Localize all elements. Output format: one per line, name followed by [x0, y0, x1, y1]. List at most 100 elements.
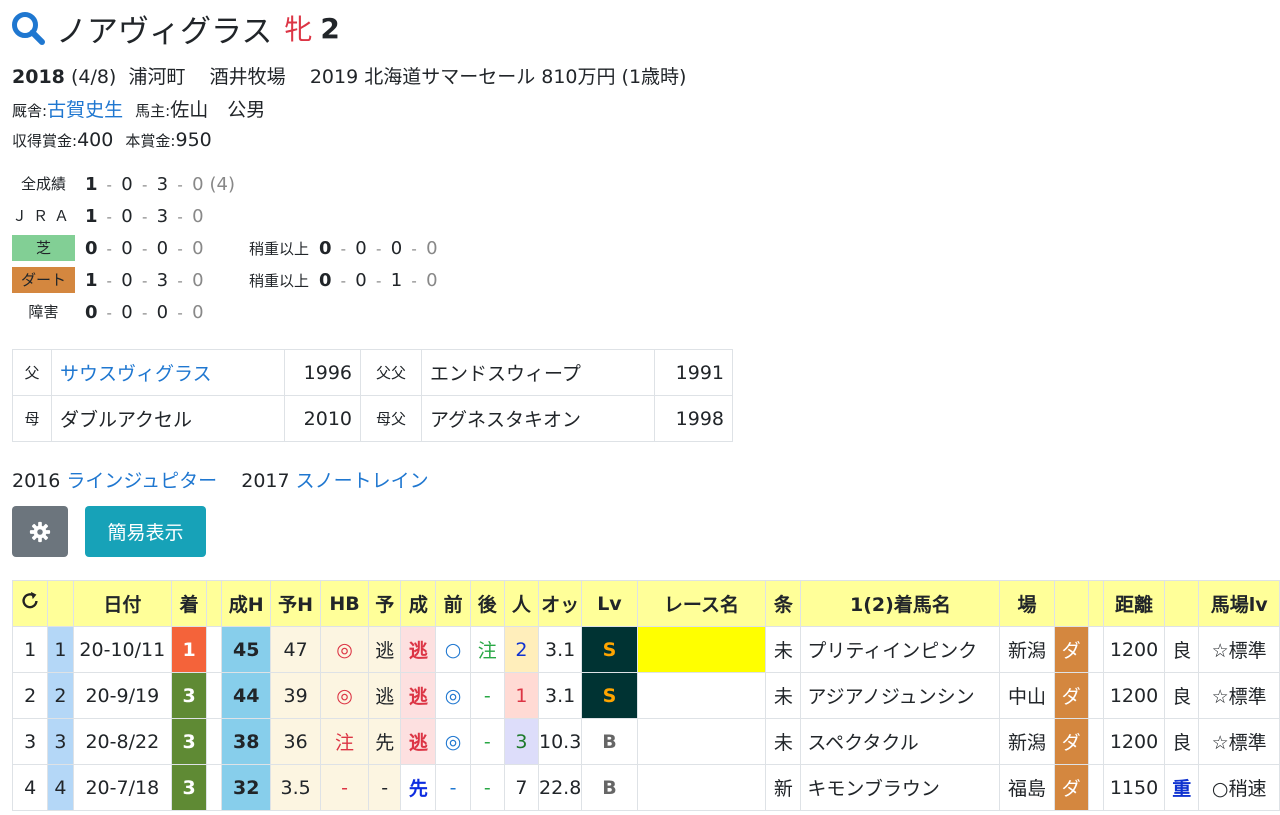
row-yo: 逃: [368, 672, 402, 719]
table-row[interactable]: 2 2 20-9/19 3 44 39 ◎ 逃 逃 ◎ - 1 3.1 S 未 …: [11, 672, 1280, 719]
row-spacer2: [1087, 626, 1104, 673]
record-other: 0: [426, 237, 438, 259]
simple-view-button[interactable]: 簡易表示: [85, 506, 206, 557]
row-winner[interactable]: プリティインピンク: [800, 626, 1001, 673]
trainer-link[interactable]: 古賀史生: [47, 99, 123, 121]
birth-date: (4/8): [70, 66, 117, 88]
sibling-link[interactable]: スノートレイン: [296, 470, 429, 492]
row-date[interactable]: 20-7/18: [72, 764, 173, 811]
birth-info: 2018 (4/8) 浦河町 酒井牧場 2019 北海道サマーセール 810万円…: [12, 62, 686, 89]
row-race[interactable]: [636, 672, 767, 719]
row-spacer: [206, 718, 223, 765]
row-spacer: [206, 626, 223, 673]
col-no2: [47, 580, 74, 627]
row-no2: 3: [47, 718, 74, 765]
row-lv: S: [581, 672, 638, 719]
row-pos: 3: [171, 764, 208, 811]
row-mae: ◎: [435, 718, 471, 765]
col-yo[interactable]: 予: [368, 580, 402, 627]
row-date[interactable]: 20-9/19: [72, 672, 173, 719]
dam-sire-year: 1998: [654, 395, 733, 442]
table-row[interactable]: 4 4 20-7/18 3 32 3.5 - - 先 - - 7 22.8 B …: [11, 764, 1280, 811]
reload-button[interactable]: [11, 580, 49, 627]
record-total: (4): [209, 173, 236, 195]
col-seih[interactable]: 成H: [221, 580, 272, 627]
table-row[interactable]: 1 1 20-10/11 1 45 47 ◎ 逃 逃 ○ 注 2 3.1 S 未…: [11, 626, 1280, 673]
row-winner[interactable]: アジアノジュンシン: [800, 672, 1001, 719]
sub-label: 稍重以上: [249, 271, 310, 290]
row-yo: 逃: [368, 626, 402, 673]
row-dist: 1200: [1102, 626, 1166, 673]
col-winner[interactable]: 1(2)着馬名: [800, 580, 1001, 627]
region: 浦河町: [128, 66, 186, 88]
record-win: 1: [85, 269, 98, 291]
row-sei: 逃: [400, 672, 437, 719]
row-lv: B: [581, 718, 638, 765]
record-second: 0: [121, 237, 133, 259]
col-spacer2: [1087, 580, 1104, 627]
reload-icon: [22, 591, 38, 609]
row-no2: 4: [47, 764, 74, 811]
prize-label: 本賞金:: [125, 132, 176, 150]
record-win: 0: [319, 269, 332, 291]
col-mae[interactable]: 前: [435, 580, 471, 627]
record-third: 3: [156, 173, 169, 195]
col-ninki[interactable]: 人: [503, 580, 540, 627]
earned-label: 収得賞金:: [12, 132, 78, 150]
col-yoh[interactable]: 予H: [270, 580, 322, 627]
settings-button[interactable]: [12, 506, 68, 557]
col-hb[interactable]: HB: [320, 580, 370, 627]
record-second: 0: [121, 301, 133, 323]
row-winner[interactable]: スペクタクル: [800, 718, 1001, 765]
sibling-link[interactable]: ラインジュピター: [66, 470, 217, 492]
search-icon[interactable]: [10, 10, 46, 46]
col-cond[interactable]: 条: [765, 580, 802, 627]
col-odds[interactable]: オッ: [537, 580, 583, 627]
col-dist[interactable]: 距離: [1102, 580, 1166, 627]
horse-title: ノアヴィグラス 牝 2: [10, 6, 340, 50]
row-going: 重: [1164, 764, 1200, 811]
col-lv[interactable]: Lv: [581, 580, 638, 627]
dam-year: 2010: [284, 395, 361, 442]
sire-sire-name: エンドスウィープ: [421, 349, 655, 396]
row-place: 中山: [999, 672, 1055, 719]
col-sei[interactable]: 成: [400, 580, 437, 627]
row-spacer2: [1087, 764, 1104, 811]
row-ninki: 7: [503, 764, 540, 811]
row-race[interactable]: [636, 626, 767, 673]
record-turf: 芝 0-0-0-0 稍重以上 0-0-0-0: [12, 232, 438, 264]
dam-sire-label: 母父: [360, 395, 422, 442]
col-spacer: [206, 580, 223, 627]
record-third: 3: [156, 205, 169, 227]
row-no: 3: [11, 718, 49, 765]
row-baba: ☆標準: [1198, 718, 1280, 765]
row-race[interactable]: [636, 764, 767, 811]
record-label: ダート: [12, 267, 75, 293]
table-row[interactable]: 3 3 20-8/22 3 38 36 注 先 逃 ◎ - 3 10.3 B 未…: [11, 718, 1280, 765]
row-race[interactable]: [636, 718, 767, 765]
row-date[interactable]: 20-10/11: [72, 626, 173, 673]
row-seih: 38: [221, 718, 272, 765]
row-sei: 逃: [400, 718, 437, 765]
horse-name: ノアヴィグラス: [56, 13, 273, 50]
col-place[interactable]: 場: [999, 580, 1055, 627]
row-date[interactable]: 20-8/22: [72, 718, 173, 765]
record-label: ＪＲＡ: [12, 207, 76, 225]
row-winner[interactable]: キモンブラウン: [800, 764, 1001, 811]
col-race[interactable]: レース名: [636, 580, 767, 627]
col-ato[interactable]: 後: [469, 580, 505, 627]
row-pos: 1: [171, 626, 208, 673]
row-pos: 3: [171, 672, 208, 719]
sire-link[interactable]: サウスヴィグラス: [60, 363, 212, 385]
record-dirt: ダート 1-0-3-0 稍重以上 0-0-1-0: [12, 264, 438, 296]
col-date[interactable]: 日付: [72, 580, 173, 627]
row-ato: 注: [469, 626, 505, 673]
record-label: 芝: [12, 235, 75, 261]
col-baba[interactable]: 馬場lv: [1198, 580, 1280, 627]
record-obstacle: 障害 0-0-0-0: [12, 296, 438, 328]
row-yoh: 47: [270, 626, 322, 673]
prize-value: 950: [175, 129, 212, 151]
col-pos[interactable]: 着: [171, 580, 208, 627]
record-third: 0: [390, 237, 403, 259]
siblings: 2016 ラインジュピター 2017 スノートレイン: [12, 466, 429, 493]
